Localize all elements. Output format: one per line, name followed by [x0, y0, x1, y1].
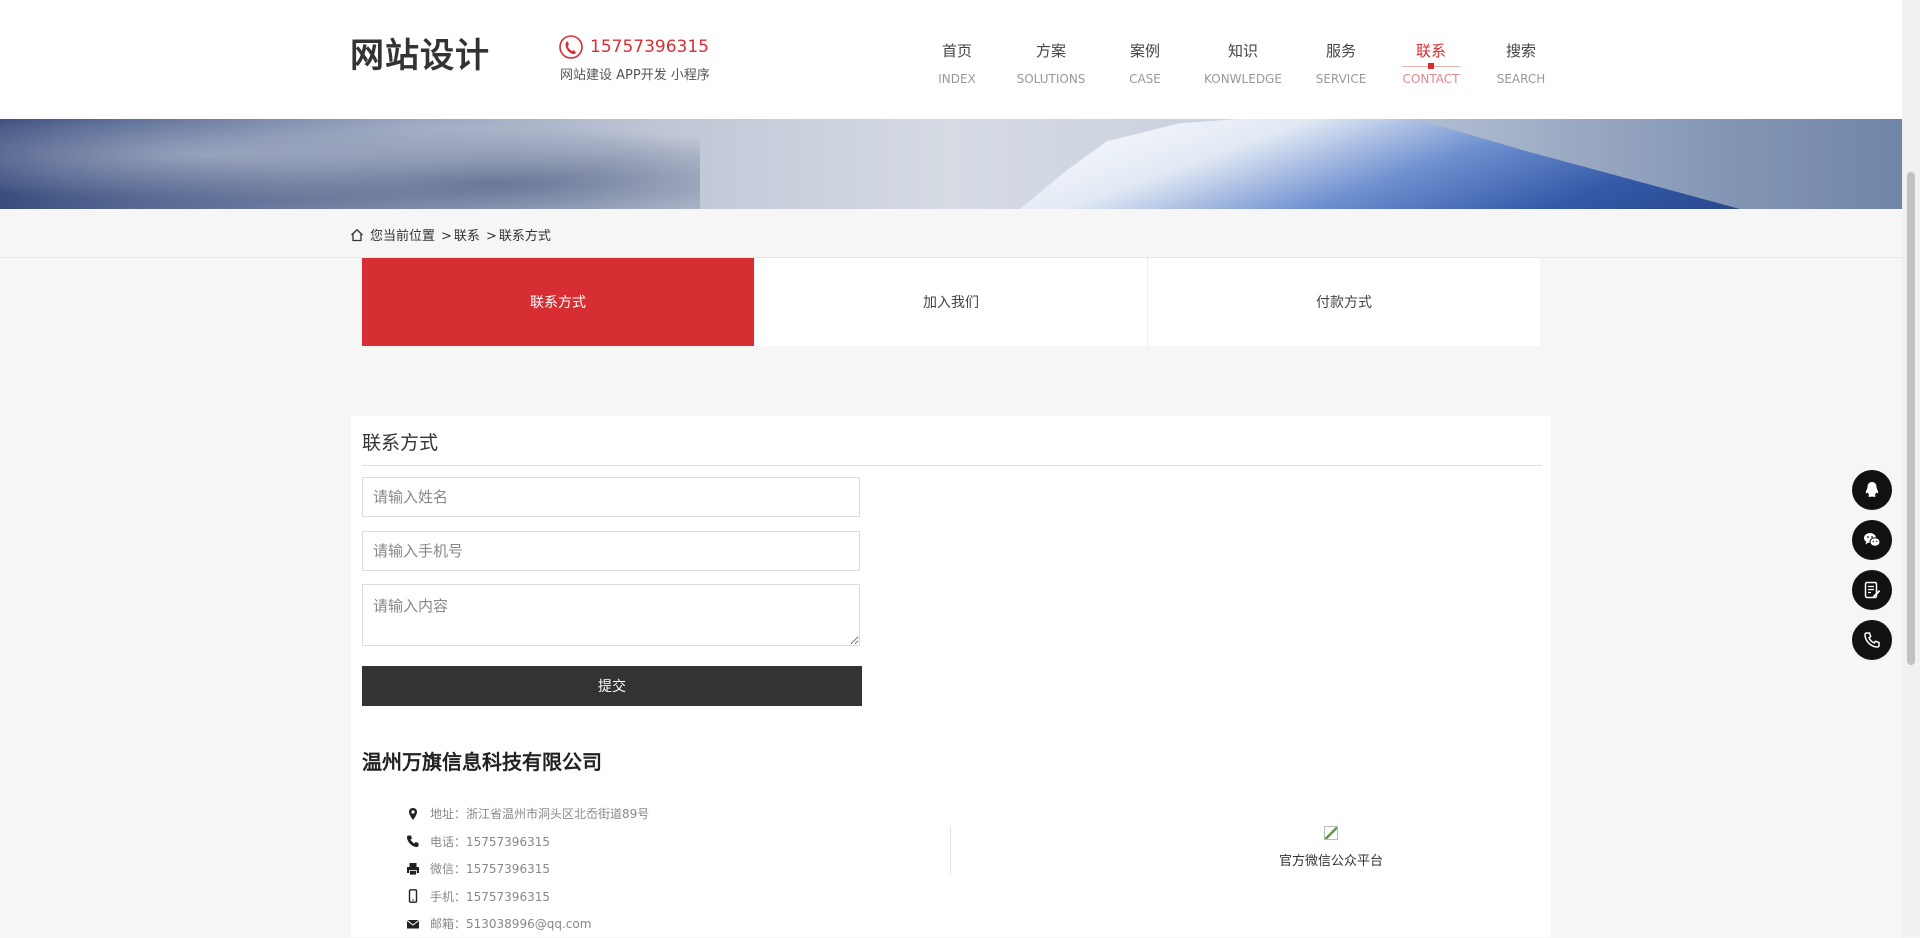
wechat-icon [1864, 533, 1881, 547]
nav-sublabel: SEARCH [1496, 72, 1546, 86]
envelope-icon [406, 919, 420, 929]
phone-icon [1864, 632, 1880, 648]
section-title: 联系方式 [362, 432, 439, 454]
contact-panel: 联系方式 提交 温州万旗信息科技有限公司 地址：浙江省温州市洞头区北岙街道89号… [351, 416, 1551, 937]
nav-sublabel: SOLUTIONS [1016, 72, 1086, 86]
submit-button[interactable]: 提交 [362, 666, 862, 706]
nav-label: 首页 [941, 42, 972, 60]
nav-item-search[interactable]: 搜索 SEARCH [1476, 40, 1566, 86]
home-icon [351, 228, 363, 242]
nav-item-knowledge[interactable]: 知识 KONWLEDGE [1198, 40, 1288, 86]
nav-item-case[interactable]: 案例 CASE [1100, 40, 1190, 86]
company-name: 温州万旗信息科技有限公司 [362, 750, 602, 774]
breadcrumb: 您当前位置 > 联系 > 联系方式 [350, 225, 551, 244]
nav-sublabel: CASE [1129, 72, 1161, 86]
nav-sublabel: CONTACT [1402, 72, 1460, 86]
tab-join-us[interactable]: 加入我们 [754, 258, 1147, 346]
info-divider [950, 826, 951, 874]
company-info-list: 地址：浙江省温州市洞头区北岙街道89号 电话：15757396315 微信：15… [406, 800, 649, 938]
phone-icon [407, 835, 419, 848]
mobile-icon [408, 889, 418, 904]
breadcrumb-prefix: 您当前位置 [370, 229, 436, 244]
nav-label: 方案 [1035, 42, 1066, 60]
info-address: 地址：浙江省温州市洞头区北岙街道89号 [406, 800, 649, 828]
nav-sublabel: KONWLEDGE [1204, 72, 1282, 86]
page-banner [0, 119, 1902, 209]
phone-icon [559, 35, 583, 59]
nav-label: 案例 [1129, 42, 1160, 60]
nav-item-service[interactable]: 服务 SERVICE [1296, 40, 1386, 86]
nav-active-indicator [1402, 66, 1460, 67]
float-wechat-button[interactable] [1852, 520, 1892, 560]
info-wechat: 微信：15757396315 [406, 855, 649, 883]
breadcrumb-link-contact[interactable]: 联系 [454, 229, 480, 244]
page-scrollbar[interactable] [1902, 0, 1920, 937]
scrollbar-thumb[interactable] [1907, 172, 1915, 665]
float-phone-button[interactable] [1852, 620, 1892, 660]
float-message-button[interactable] [1852, 570, 1892, 610]
info-text: 地址：浙江省温州市洞头区北岙街道89号 [430, 807, 650, 822]
breadcrumb-bar: 您当前位置 > 联系 > 联系方式 [0, 209, 1902, 258]
nav-label: 联系 [1415, 42, 1446, 60]
nav-sublabel: SERVICE [1315, 72, 1367, 86]
info-text: 微信：15757396315 [430, 862, 550, 877]
header-phone-number[interactable]: 15757396315 [590, 37, 709, 57]
breadcrumb-separator: > [441, 229, 452, 244]
nav-sublabel: INDEX [938, 72, 976, 86]
nav-item-solutions[interactable]: 方案 SOLUTIONS [1006, 40, 1096, 86]
sub-tabs: 联系方式 加入我们 付款方式 [362, 258, 1540, 346]
info-phone: 电话：15757396315 [406, 828, 649, 856]
floating-contact-bar [1852, 470, 1892, 670]
site-header: 网站设计 15757396315 网站建设 APP开发 小程序 首页 INDEX… [0, 0, 1902, 119]
banner-mountain [1020, 119, 1740, 209]
breadcrumb-current[interactable]: 联系方式 [499, 229, 551, 244]
info-text: 电话：15757396315 [430, 834, 550, 849]
info-text: 手机：15757396315 [430, 889, 550, 904]
qr-label: 官方微信公众平台 [1278, 854, 1383, 869]
printer-icon [407, 862, 419, 876]
info-email: 邮箱：513038996@qq.com [406, 910, 649, 938]
banner-mist [0, 119, 700, 209]
nav-item-contact[interactable]: 联系 CONTACT [1386, 40, 1476, 86]
nav-label: 搜索 [1505, 42, 1536, 60]
tab-contact-info[interactable]: 联系方式 [362, 258, 754, 346]
nav-label: 服务 [1325, 42, 1356, 60]
location-pin-icon [409, 807, 417, 820]
qq-icon [1865, 482, 1879, 497]
float-qq-button[interactable] [1852, 470, 1892, 510]
nav-item-index[interactable]: 首页 INDEX [912, 40, 1002, 86]
qr-code-image [1324, 826, 1338, 840]
breadcrumb-separator: > [485, 229, 497, 244]
content-textarea[interactable] [362, 584, 860, 646]
title-divider [362, 465, 1542, 466]
name-input[interactable] [362, 477, 860, 517]
phone-input[interactable] [362, 531, 860, 571]
message-icon [1864, 581, 1881, 599]
tab-payment[interactable]: 付款方式 [1147, 258, 1540, 346]
info-text: 邮箱：513038996@qq.com [430, 917, 592, 932]
wechat-qr-block: 官方微信公众平台 [1241, 826, 1421, 869]
site-logo[interactable]: 网站设计 [350, 28, 490, 77]
header-services-text: 网站建设 APP开发 小程序 [560, 68, 710, 83]
info-mobile: 手机：15757396315 [406, 883, 649, 911]
nav-label: 知识 [1227, 42, 1258, 60]
